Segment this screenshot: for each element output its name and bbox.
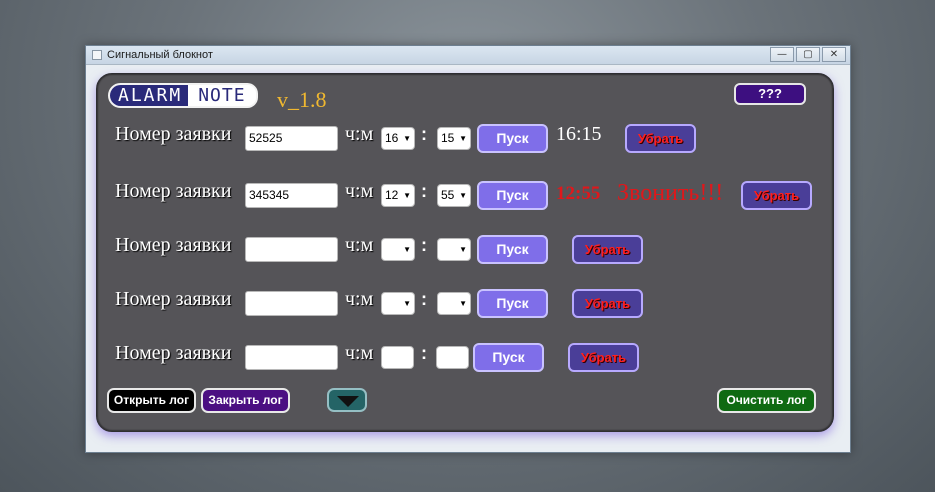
hours-minutes-label: ч:м bbox=[345, 180, 374, 202]
hour-select[interactable]: 12 ▼ bbox=[381, 184, 415, 207]
app-window: Сигнальный блокнот — ▢ ✕ ALARM NOTE v_1.… bbox=[85, 45, 851, 453]
minimize-button[interactable]: — bbox=[770, 47, 794, 62]
time-separator: : bbox=[421, 289, 427, 309]
remove-button[interactable]: Убрать bbox=[572, 289, 643, 318]
ticket-label: Номер заявки bbox=[115, 234, 232, 256]
expand-log-button[interactable] bbox=[327, 388, 367, 412]
open-log-button[interactable]: Открыть лог bbox=[107, 388, 196, 413]
ticket-input[interactable] bbox=[245, 345, 338, 370]
window-controls: — ▢ ✕ bbox=[770, 47, 846, 62]
hour-select[interactable]: ▼ bbox=[381, 292, 415, 315]
hours-minutes-label: ч:м bbox=[345, 234, 374, 256]
start-button[interactable]: Пуск bbox=[473, 343, 544, 372]
start-button[interactable]: Пуск bbox=[477, 235, 548, 264]
remove-button[interactable]: Убрать bbox=[625, 124, 696, 153]
hour-select[interactable]: ▼ bbox=[381, 238, 415, 261]
triangle-down-icon bbox=[337, 396, 359, 407]
chevron-down-icon: ▼ bbox=[403, 191, 411, 200]
title-bar: Сигнальный блокнот — ▢ ✕ bbox=[86, 46, 850, 65]
minute-value: 15 bbox=[441, 131, 455, 145]
hour-select[interactable]: 16 ▼ bbox=[381, 127, 415, 150]
ring-alert: Звонить!!! bbox=[617, 180, 724, 206]
chevron-down-icon: ▼ bbox=[403, 245, 411, 254]
time-separator: : bbox=[421, 181, 427, 201]
hours-minutes-label: ч:м bbox=[345, 342, 374, 364]
app-icon bbox=[92, 50, 102, 60]
start-button[interactable]: Пуск bbox=[477, 124, 548, 153]
remove-button[interactable]: Убрать bbox=[572, 235, 643, 264]
main-panel: ALARM NOTE v_1.8 ??? Номер заявки 52525 … bbox=[96, 73, 834, 432]
close-button[interactable]: ✕ bbox=[822, 47, 846, 62]
chevron-down-icon: ▼ bbox=[459, 134, 467, 143]
ticket-input[interactable]: 345345 bbox=[245, 183, 338, 208]
alarm-row-3: Номер заявки ч:м ▼ : ▼ Пуск Убрать bbox=[115, 234, 815, 264]
minute-input[interactable] bbox=[436, 346, 469, 369]
minute-select[interactable]: ▼ bbox=[437, 292, 471, 315]
alarm-time: 16:15 bbox=[556, 123, 602, 145]
alarm-time: 12:55 bbox=[556, 183, 601, 204]
time-separator: : bbox=[421, 235, 427, 255]
ticket-label: Номер заявки bbox=[115, 342, 232, 364]
remove-button[interactable]: Убрать bbox=[741, 181, 812, 210]
hours-minutes-label: ч:м bbox=[345, 123, 374, 145]
start-button[interactable]: Пуск bbox=[477, 289, 548, 318]
chevron-down-icon: ▼ bbox=[459, 191, 467, 200]
time-separator: : bbox=[421, 124, 427, 144]
minute-value: 55 bbox=[441, 188, 455, 202]
logo-alarm-text: ALARM bbox=[110, 85, 189, 106]
remove-button[interactable]: Убрать bbox=[568, 343, 639, 372]
close-log-button[interactable]: Закрыть лог bbox=[201, 388, 290, 413]
chevron-down-icon: ▼ bbox=[403, 299, 411, 308]
time-separator: : bbox=[421, 343, 427, 363]
hours-minutes-label: ч:м bbox=[345, 288, 374, 310]
ticket-label: Номер заявки bbox=[115, 123, 232, 145]
alarm-row-2: Номер заявки 345345 ч:м 12 ▼ : 55 ▼ Пуск 1… bbox=[115, 180, 835, 210]
alarm-row-1: Номер заявки 52525 ч:м 16 ▼ : 15 ▼ Пуск 16… bbox=[115, 123, 815, 153]
start-button[interactable]: Пуск bbox=[477, 181, 548, 210]
minute-select[interactable]: 55 ▼ bbox=[437, 184, 471, 207]
app-logo: ALARM NOTE bbox=[108, 83, 258, 108]
ticket-input[interactable]: 52525 bbox=[245, 126, 338, 151]
version-label: v_1.8 bbox=[277, 87, 327, 112]
window-title: Сигнальный блокнот bbox=[107, 49, 213, 61]
alarm-row-4: Номер заявки ч:м ▼ : ▼ Пуск Убрать bbox=[115, 288, 815, 318]
maximize-button[interactable]: ▢ bbox=[796, 47, 820, 62]
hour-input[interactable] bbox=[381, 346, 414, 369]
ticket-input[interactable] bbox=[245, 291, 338, 316]
hour-value: 16 bbox=[385, 131, 399, 145]
hour-value: 12 bbox=[385, 188, 399, 202]
chevron-down-icon: ▼ bbox=[459, 299, 467, 308]
clear-log-button[interactable]: Очистить лог bbox=[717, 388, 816, 413]
ticket-input[interactable] bbox=[245, 237, 338, 262]
minute-select[interactable]: ▼ bbox=[437, 238, 471, 261]
chevron-down-icon: ▼ bbox=[403, 134, 411, 143]
chevron-down-icon: ▼ bbox=[459, 245, 467, 254]
ticket-label: Номер заявки bbox=[115, 288, 232, 310]
alarm-row-5: Номер заявки ч:м : Пуск Убрать bbox=[115, 342, 815, 372]
ticket-label: Номер заявки bbox=[115, 180, 232, 202]
help-button[interactable]: ??? bbox=[734, 83, 806, 105]
logo-note-text: NOTE bbox=[188, 85, 256, 106]
minute-select[interactable]: 15 ▼ bbox=[437, 127, 471, 150]
